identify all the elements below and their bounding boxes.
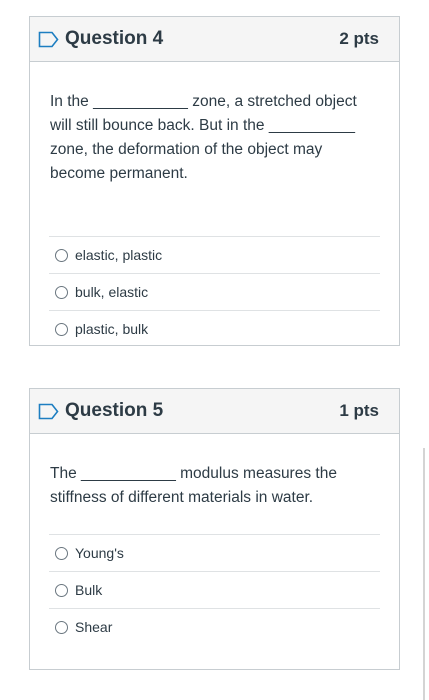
flag-question-icon[interactable]	[38, 403, 59, 420]
answer-list: elastic, plastic bulk, elastic plastic, …	[49, 236, 380, 347]
question-text: In the ___________ zone, a stretched obj…	[50, 93, 357, 182]
answer-label: Shear	[75, 619, 113, 635]
question-title: Question 4	[65, 28, 164, 49]
answer-label: bulk, elastic	[75, 284, 149, 300]
question-card-5: Question 5 1 pts The ___________ modulus…	[29, 388, 400, 670]
question-points: 1 pts	[339, 401, 379, 420]
radio-icon[interactable]	[55, 583, 68, 597]
answer-option[interactable]: elastic, plastic	[49, 236, 380, 273]
scrollbar[interactable]	[423, 448, 425, 700]
radio-icon[interactable]	[55, 322, 68, 336]
question-card-4: Question 4 2 pts In the ___________ zone…	[29, 16, 400, 346]
answer-list: Young's Bulk Shear	[49, 534, 380, 645]
question-text: The ___________ modulus measures the sti…	[50, 465, 337, 506]
answer-option[interactable]: bulk, elastic	[49, 273, 380, 310]
answer-label: Young's	[75, 545, 124, 561]
question-title: Question 5	[65, 400, 164, 421]
question-header: Question 5 1 pts	[30, 389, 399, 434]
answer-label: Bulk	[75, 582, 103, 598]
radio-icon[interactable]	[55, 546, 68, 560]
answer-label: elastic, plastic	[75, 247, 163, 263]
question-title-wrap: Question 4	[38, 28, 163, 50]
question-title-wrap: Question 5	[38, 400, 163, 422]
question-header: Question 4 2 pts	[30, 17, 399, 62]
answer-option[interactable]: plastic, bulk	[49, 310, 380, 347]
radio-icon[interactable]	[55, 285, 68, 299]
answer-label: plastic, bulk	[75, 321, 149, 337]
flag-question-icon[interactable]	[38, 31, 59, 48]
question-points: 2 pts	[339, 29, 379, 48]
radio-icon[interactable]	[55, 620, 68, 634]
answer-option[interactable]: Bulk	[49, 571, 380, 608]
answer-option[interactable]: Shear	[49, 608, 380, 645]
radio-icon[interactable]	[55, 248, 68, 262]
answer-option[interactable]: Young's	[49, 534, 380, 571]
